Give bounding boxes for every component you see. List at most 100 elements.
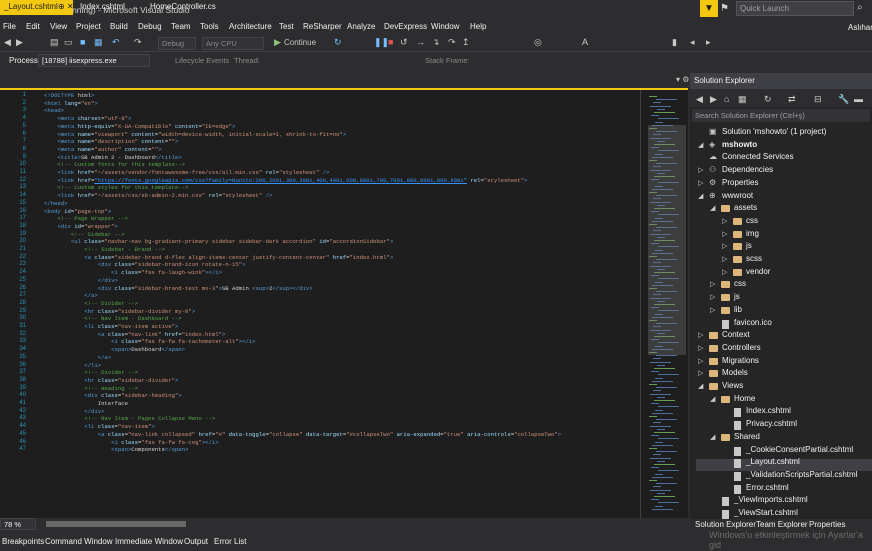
pause-icon[interactable]: ❚❚ <box>374 36 389 48</box>
collapsed-arrow-icon[interactable]: ▷ <box>698 179 703 187</box>
process-select[interactable]: [18788] iisexpress.exe <box>38 54 150 67</box>
redo-icon[interactable]: ↷ <box>134 36 142 48</box>
step-out-icon[interactable]: ↥ <box>462 36 470 48</box>
code-line[interactable]: <!-- Sidebar - Brand --> <box>44 246 165 254</box>
code-line[interactable]: </a> <box>44 292 97 300</box>
expanded-arrow-icon[interactable]: ◢ <box>698 192 703 200</box>
code-line[interactable]: <meta charset="utf-8"> <box>44 115 131 123</box>
menu-test[interactable]: Test <box>279 22 294 31</box>
tab-breakpoints[interactable]: Breakpoints <box>2 537 44 546</box>
tree-item[interactable]: lib <box>734 305 742 314</box>
tree-item[interactable]: favicon.ico <box>734 318 772 327</box>
collapsed-arrow-icon[interactable]: ▷ <box>698 357 703 365</box>
stop-icon[interactable]: ■ <box>388 36 393 48</box>
code-line[interactable]: <i class="fas fa-laugh-wink"></i> <box>44 269 222 277</box>
code-line[interactable]: </li> <box>44 362 101 370</box>
code-line[interactable]: <div id="wrapper"> <box>44 223 117 231</box>
menu-team[interactable]: Team <box>171 22 191 31</box>
tree-item[interactable]: Context <box>722 330 750 339</box>
menu-tools[interactable]: Tools <box>200 22 219 31</box>
menu-view[interactable]: View <box>50 22 67 31</box>
tab-solution-explorer[interactable]: Solution Explorer <box>695 520 756 529</box>
pin-icon[interactable]: ⊕ ✕ <box>58 2 74 11</box>
restart-icon[interactable]: ↺ <box>400 36 408 48</box>
tree-item[interactable]: _ViewImports.cshtml <box>734 495 808 504</box>
step-into-icon[interactable]: ↴ <box>432 36 440 48</box>
quick-launch-input[interactable]: Quick Launch <box>736 1 854 16</box>
notification-filter-icon[interactable]: ▼ <box>700 0 718 17</box>
code-line[interactable]: <!-- Divider --> <box>44 369 138 377</box>
tab-homecontroller-cs[interactable]: HomeController.cs <box>146 0 218 15</box>
code-line[interactable]: </div> <box>44 277 118 285</box>
tree-item[interactable]: Home <box>734 394 755 403</box>
bookmark-prev-icon[interactable]: ◂ <box>690 36 695 48</box>
collapse-all-icon[interactable]: ⊟ <box>814 93 822 105</box>
collapsed-arrow-icon[interactable]: ▷ <box>698 344 703 352</box>
save-all-icon[interactable]: ▦ <box>94 36 103 48</box>
preview-icon[interactable]: ▬ <box>854 93 863 105</box>
expanded-arrow-icon[interactable]: ◢ <box>710 433 715 441</box>
code-line[interactable]: <span>Dashboard</span> <box>44 346 185 354</box>
menu-analyze[interactable]: Analyze <box>347 22 375 31</box>
menu-help[interactable]: Help <box>470 22 486 31</box>
new-project-icon[interactable]: ▤ <box>50 36 59 48</box>
horizontal-scrollbar-thumb[interactable] <box>46 521 186 527</box>
code-line[interactable]: <div class="sidebar-heading"> <box>44 392 181 400</box>
tree-item[interactable]: Shared <box>734 432 760 441</box>
menu-edit[interactable]: Edit <box>26 22 40 31</box>
code-line[interactable]: <!-- Nav Item - Dashboard --> <box>44 315 181 323</box>
tree-item[interactable]: Privacy.cshtml <box>746 419 797 428</box>
solution-explorer-search[interactable]: Search Solution Explorer (Ctrl+ş) <box>692 109 870 122</box>
menu-window[interactable]: Window <box>431 22 459 31</box>
tree-item[interactable]: scss <box>746 254 762 263</box>
menu-project[interactable]: Project <box>76 22 101 31</box>
tab-immediate-window[interactable]: Immediate Window <box>115 537 183 546</box>
expanded-arrow-icon[interactable]: ◢ <box>710 395 715 403</box>
menu-devexpress[interactable]: DevExpress <box>384 22 427 31</box>
bookmark-icon[interactable]: ▮ <box>672 36 677 48</box>
pending-changes-icon[interactable]: ↻ <box>764 93 772 105</box>
tree-item[interactable]: Views <box>722 381 743 390</box>
code-line[interactable]: <link href="https://fonts.googleapis.com… <box>44 177 527 185</box>
code-line[interactable]: <link href="~/assets/css/sb-admin-2.min.… <box>44 192 272 200</box>
tree-item[interactable]: css <box>734 279 746 288</box>
show-next-statement-icon[interactable]: → <box>416 36 425 48</box>
forward-icon[interactable]: ▶ <box>16 36 23 48</box>
collapsed-arrow-icon[interactable]: ▷ <box>722 242 727 250</box>
code-line[interactable]: <a class="sidebar-brand d-flex align-ite… <box>44 254 393 262</box>
solution-platform-select[interactable]: Any CPU <box>202 37 264 50</box>
collapsed-arrow-icon[interactable]: ▷ <box>698 331 703 339</box>
menu-debug[interactable]: Debug <box>138 22 162 31</box>
code-line[interactable]: </div> <box>44 408 104 416</box>
tree-item[interactable]: Dependencies <box>722 165 773 174</box>
collapsed-arrow-icon[interactable]: ▷ <box>722 230 727 238</box>
collapsed-arrow-icon[interactable]: ▷ <box>710 293 715 301</box>
tab-index-cshtml[interactable]: Index.cshtml <box>76 0 142 15</box>
tree-item[interactable]: Properties <box>722 178 758 187</box>
code-line[interactable]: <a class="nav-link" href="index.html"> <box>44 331 226 339</box>
minimap-viewport-slider[interactable] <box>648 125 686 355</box>
menu-architecture[interactable]: Architecture <box>229 22 272 31</box>
code-line[interactable]: <!-- Divider --> <box>44 300 138 308</box>
tree-item[interactable]: js <box>734 292 740 301</box>
collapsed-arrow-icon[interactable]: ▷ <box>698 369 703 377</box>
tab-output[interactable]: Output <box>184 537 208 546</box>
code-line[interactable]: <!-- Page Wrapper --> <box>44 215 128 223</box>
code-line[interactable]: <html lang="en"> <box>44 100 98 108</box>
continue-icon[interactable]: ▶ <box>274 36 281 48</box>
code-line[interactable]: <meta name="viewport" content="width=dev… <box>44 131 346 139</box>
back-icon[interactable]: ◀ <box>4 36 11 48</box>
expanded-arrow-icon[interactable]: ◢ <box>698 141 703 149</box>
code-line[interactable]: </a> <box>44 354 111 362</box>
lifecycle-events-button[interactable]: Lifecycle Events <box>175 56 229 65</box>
code-line[interactable]: <span>Components</span> <box>44 446 188 454</box>
tree-item[interactable]: Migrations <box>722 356 759 365</box>
search-icon[interactable]: ⌕ <box>857 2 863 13</box>
code-line[interactable]: <ul class="navbar-nav bg-gradient-primar… <box>44 238 393 246</box>
collapsed-arrow-icon[interactable]: ▷ <box>710 306 715 314</box>
refresh-icon[interactable]: ↻ <box>334 36 342 48</box>
code-line[interactable]: <div class="sidebar-brand-icon rotate-n-… <box>44 261 246 269</box>
collapsed-arrow-icon[interactable]: ▷ <box>710 280 715 288</box>
code-line[interactable]: <meta name="author" content=""> <box>44 146 161 154</box>
tree-item[interactable]: img <box>746 229 759 238</box>
